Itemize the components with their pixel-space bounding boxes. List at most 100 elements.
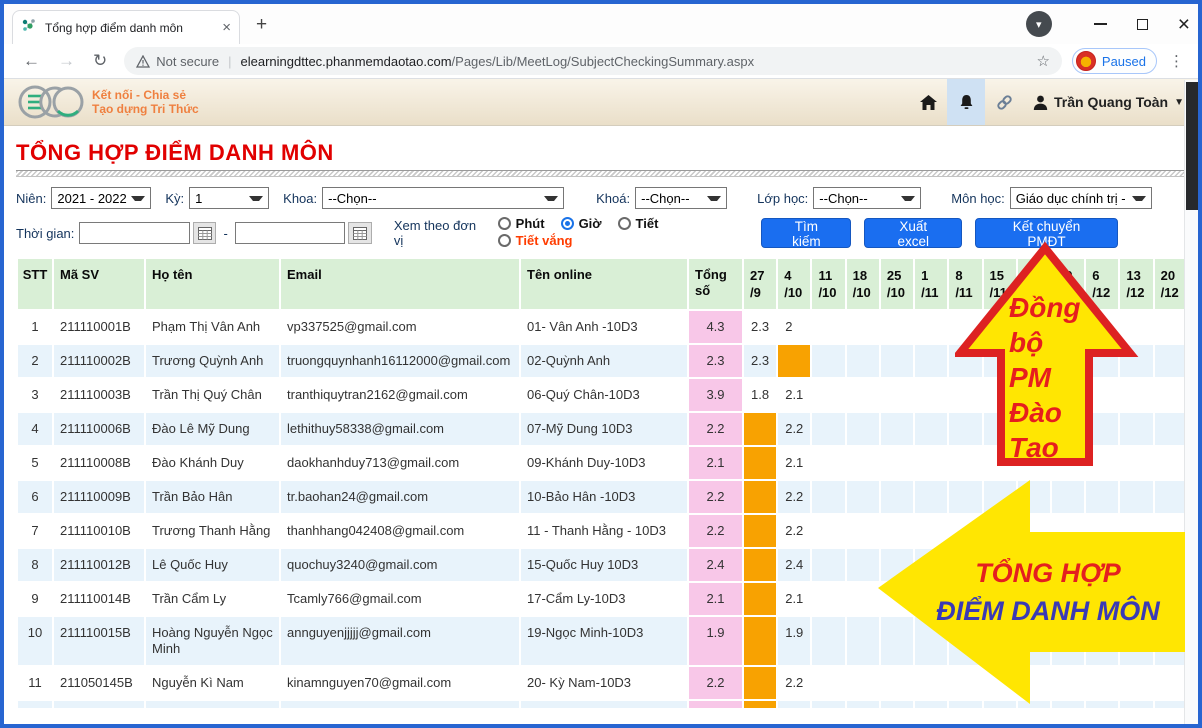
back-icon[interactable]: ←: [23, 51, 40, 71]
cell-stt: 5: [17, 446, 53, 480]
ky-select[interactable]: 1: [189, 187, 269, 209]
cell-day-22/11: [1017, 514, 1051, 548]
cell-day-29/11: [1051, 582, 1085, 616]
cell-stt: 8: [17, 548, 53, 582]
user-icon: [1033, 95, 1048, 110]
cell-day-1/11: [914, 582, 948, 616]
cell-day-20/12: [1154, 480, 1188, 514]
unit-radio-Tiết[interactable]: Tiết: [618, 216, 659, 231]
cell-day-11/10: [811, 582, 845, 616]
new-tab-button[interactable]: +: [256, 14, 267, 36]
cell-day-25/10: [880, 412, 914, 446]
thoigian-label: Thời gian:: [16, 226, 74, 241]
cell-day-22/11: [1017, 310, 1051, 344]
minimize-button[interactable]: [1094, 23, 1107, 25]
media-controls-button[interactable]: ▾: [1026, 11, 1052, 37]
cell-day-1/11: [914, 514, 948, 548]
cell-stt: [17, 700, 53, 709]
column-header-4/10: 4/10: [777, 258, 811, 310]
cell-day-27/9: [743, 700, 777, 709]
cell-day-27/9: [743, 666, 777, 700]
cell-day-15/11: [983, 514, 1017, 548]
cell-ho-ten: Đào Khánh Duy: [145, 446, 280, 480]
lophoc-select[interactable]: --Chọn--: [813, 187, 921, 209]
transfer-pmdt-button[interactable]: Kết chuyển PMĐT: [975, 218, 1118, 248]
export-excel-button[interactable]: Xuất excel: [864, 218, 962, 248]
close-button[interactable]: ×: [1178, 14, 1190, 35]
filters-panel: Niên: 2021 - 2022 Kỳ: 1 Khoa: --Chọn-- K…: [16, 187, 1186, 250]
monhoc-select[interactable]: Giáo dục chính trị -: [1010, 187, 1152, 209]
home-icon[interactable]: [909, 79, 947, 125]
cell-email: annguyenjjjjj@gmail.com: [280, 616, 520, 666]
cell-day-13/12: [1119, 700, 1153, 709]
maximize-button[interactable]: [1137, 19, 1148, 30]
column-header-20/12: 20/12: [1154, 258, 1188, 310]
cell-day-18/10: [846, 310, 880, 344]
paused-extension-badge[interactable]: Paused: [1072, 48, 1157, 74]
unit-radio-Giờ[interactable]: Giờ: [561, 216, 602, 231]
browser-menu-icon[interactable]: ⋮: [1169, 52, 1184, 70]
cell-day-22/11: [1017, 446, 1051, 480]
scrollbar-thumb[interactable]: [1186, 82, 1198, 210]
cell-day-8/11: [948, 344, 982, 378]
khoahoc-select[interactable]: --Chọn--: [635, 187, 727, 209]
address-bar[interactable]: Not secure | elearningdttec.phanmemdaota…: [124, 47, 1062, 75]
unit-radio-Phút[interactable]: Phút: [498, 216, 545, 231]
cell-stt: 11: [17, 666, 53, 700]
eco-logo[interactable]: Kết nối - Chia sẻ Tạo dựng Tri Thức: [18, 82, 199, 122]
browser-titlebar: Tổng hợp điểm danh môn × + ▾ ×: [4, 4, 1198, 44]
cell-day-13/12: [1119, 412, 1153, 446]
column-header-1/11: 1/11: [914, 258, 948, 310]
unit-radio-Tiết vắng[interactable]: Tiết vắng: [498, 233, 573, 248]
table-row: [17, 700, 1188, 709]
cell-day-8/11: [948, 666, 982, 700]
table-row: 5211110008BĐào Khánh Duydaokhanhduy713@g…: [17, 446, 1188, 480]
cell-stt: 9: [17, 582, 53, 616]
cell-ho-ten: Đào Lê Mỹ Dung: [145, 412, 280, 446]
tab-close-icon[interactable]: ×: [222, 20, 231, 35]
cell-day-13/12: [1119, 310, 1153, 344]
cell-day-4/10: 2.2: [777, 666, 811, 700]
cell-email: [280, 700, 520, 709]
notifications-icon[interactable]: [947, 79, 985, 125]
time-from-input[interactable]: [79, 222, 189, 244]
cell-ho-ten: Trương Thanh Hằng: [145, 514, 280, 548]
time-to-input[interactable]: [235, 222, 345, 244]
cell-day-25/10: [880, 616, 914, 666]
user-menu[interactable]: Trần Quang Toàn ▼: [1033, 94, 1184, 110]
calendar-icon: [353, 227, 367, 240]
cell-day-29/11: [1051, 666, 1085, 700]
cell-day-20/12: [1154, 616, 1188, 666]
cell-day-29/11: [1051, 344, 1085, 378]
column-header-4: Tên online: [520, 258, 688, 310]
cell-day-20/12: [1154, 582, 1188, 616]
bookmark-star-icon[interactable]: ☆: [1036, 52, 1049, 70]
cell-day-18/10: [846, 446, 880, 480]
table-row: 6211110009BTrần Bảo Hântr.baohan24@gmail…: [17, 480, 1188, 514]
nien-select[interactable]: 2021 - 2022: [51, 187, 151, 209]
cell-day-13/12: [1119, 344, 1153, 378]
cell-tong-so: 2.3: [688, 344, 743, 378]
cell-email: quochuy3240@gmail.com: [280, 548, 520, 582]
cell-day-22/11: [1017, 666, 1051, 700]
cell-day-18/10: [846, 480, 880, 514]
browser-tab[interactable]: Tổng hợp điểm danh môn ×: [12, 10, 240, 44]
cell-ma-sv: 211110010B: [53, 514, 145, 548]
table-row: 10211110015BHoàng Nguyễn Ngọc Minhannguy…: [17, 616, 1188, 666]
scrollbar-track[interactable]: [1184, 80, 1198, 724]
forward-icon[interactable]: →: [58, 51, 75, 71]
cell-email: tranthiquytran2162@gmail.com: [280, 378, 520, 412]
cell-day-4/10: [777, 344, 811, 378]
cell-day-15/11: [983, 344, 1017, 378]
cell-day-15/11: [983, 548, 1017, 582]
link-icon[interactable]: [985, 79, 1023, 125]
cell-ma-sv: 211110002B: [53, 344, 145, 378]
cell-day-25/10: [880, 582, 914, 616]
khoa-select[interactable]: --Chọn--: [322, 187, 564, 209]
calendar-from-button[interactable]: [193, 222, 217, 244]
not-secure-label[interactable]: Not secure: [136, 54, 219, 69]
calendar-to-button[interactable]: [348, 222, 372, 244]
reload-icon[interactable]: ↻: [93, 51, 107, 71]
cell-day-20/12: [1154, 344, 1188, 378]
search-button[interactable]: Tìm kiếm: [761, 218, 851, 248]
